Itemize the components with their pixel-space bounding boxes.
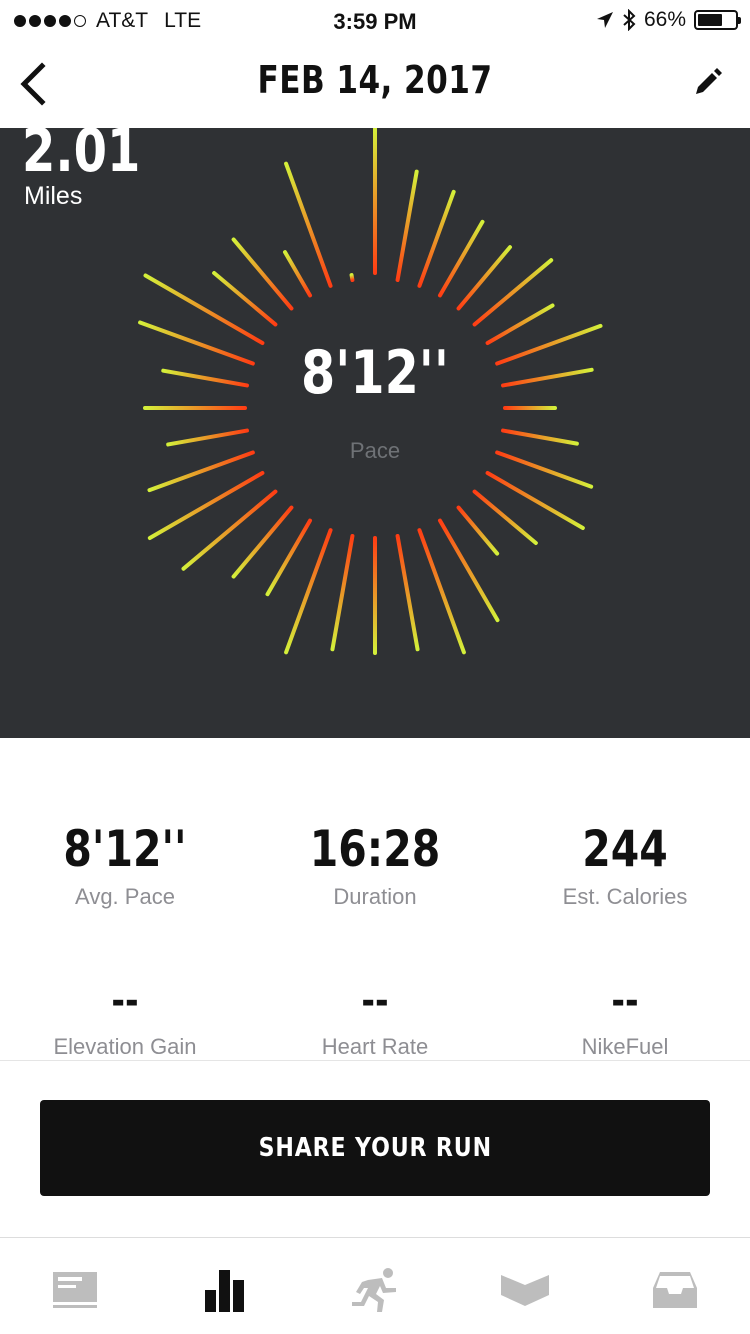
pace-burst-graphic [138, 128, 603, 655]
pencil-icon [696, 68, 722, 94]
back-button[interactable] [12, 60, 56, 108]
share-run-label: SHARE YOUR RUN [258, 1133, 492, 1163]
stat-value: 8'12'' [63, 820, 187, 878]
center-pace-value: 8'12'' [301, 338, 449, 408]
battery-percent: 66% [643, 8, 686, 31]
tab-activity[interactable] [150, 1260, 300, 1320]
stat-label: Heart Rate [321, 1034, 429, 1059]
edit-button[interactable] [690, 66, 724, 100]
tab-coach[interactable] [450, 1260, 600, 1320]
battery-icon [694, 10, 741, 30]
stat-duration: 16:28 Duration [250, 820, 500, 910]
center-pace-label: Pace [349, 438, 401, 463]
status-bar: AT&T LTE 3:59 PM 66% [0, 0, 750, 40]
pace-split-ray [485, 471, 585, 530]
chevron-left-icon [20, 62, 46, 106]
divider [0, 1060, 750, 1061]
stat-value: 244 [582, 820, 668, 878]
pace-split-ray [395, 169, 419, 282]
run-summary-hero: 2.01 Miles 8'12'' Pace [0, 128, 750, 738]
stat-value: -- [611, 978, 639, 1024]
bluetooth-icon [623, 9, 636, 31]
pace-split-ray [349, 273, 355, 282]
tab-run[interactable] [300, 1260, 450, 1320]
stat-elevation-gain: -- Elevation Gain [0, 978, 250, 1060]
stat-value: -- [111, 978, 139, 1024]
location-arrow-icon [596, 12, 613, 28]
stat-label: Est. Calories [562, 884, 688, 909]
stat-nikefuel: -- NikeFuel [500, 978, 750, 1060]
navigation-bar: FEB 14, 2017 [0, 40, 750, 128]
stat-heart-rate: -- Heart Rate [250, 978, 500, 1060]
tab-feed[interactable] [0, 1260, 150, 1320]
stat-label: Duration [333, 884, 417, 909]
stat-calories: 244 Est. Calories [500, 820, 750, 910]
pace-split-ray [417, 189, 456, 288]
pace-split-ray [456, 505, 500, 556]
runner-icon [352, 1268, 396, 1312]
stat-label: NikeFuel [581, 1034, 669, 1059]
pace-split-ray [395, 534, 420, 652]
status-right: 66% [596, 8, 741, 32]
pace-split-ray [181, 489, 278, 571]
stat-label: Avg. Pace [75, 884, 175, 909]
tab-inbox[interactable] [600, 1260, 750, 1320]
stat-label: Elevation Gain [53, 1034, 197, 1059]
inbox-tray-icon [653, 1272, 697, 1308]
stat-value: -- [361, 978, 389, 1024]
pace-split-ray [330, 534, 355, 652]
stat-value: 16:28 [309, 820, 441, 878]
page-title: FEB 14, 2017 [257, 58, 493, 102]
share-run-button[interactable]: SHARE YOUR RUN [40, 1100, 710, 1196]
tab-bar [0, 1237, 750, 1334]
stats-grid: 8'12'' Avg. Pace 16:28 Duration 244 Est.… [0, 738, 750, 1060]
chevron-banner-icon [501, 1275, 549, 1306]
bar-chart-icon [205, 1270, 244, 1312]
newspaper-icon [53, 1272, 97, 1308]
pace-split-ray [283, 250, 312, 298]
stat-avg-pace: 8'12'' Avg. Pace [0, 820, 250, 910]
